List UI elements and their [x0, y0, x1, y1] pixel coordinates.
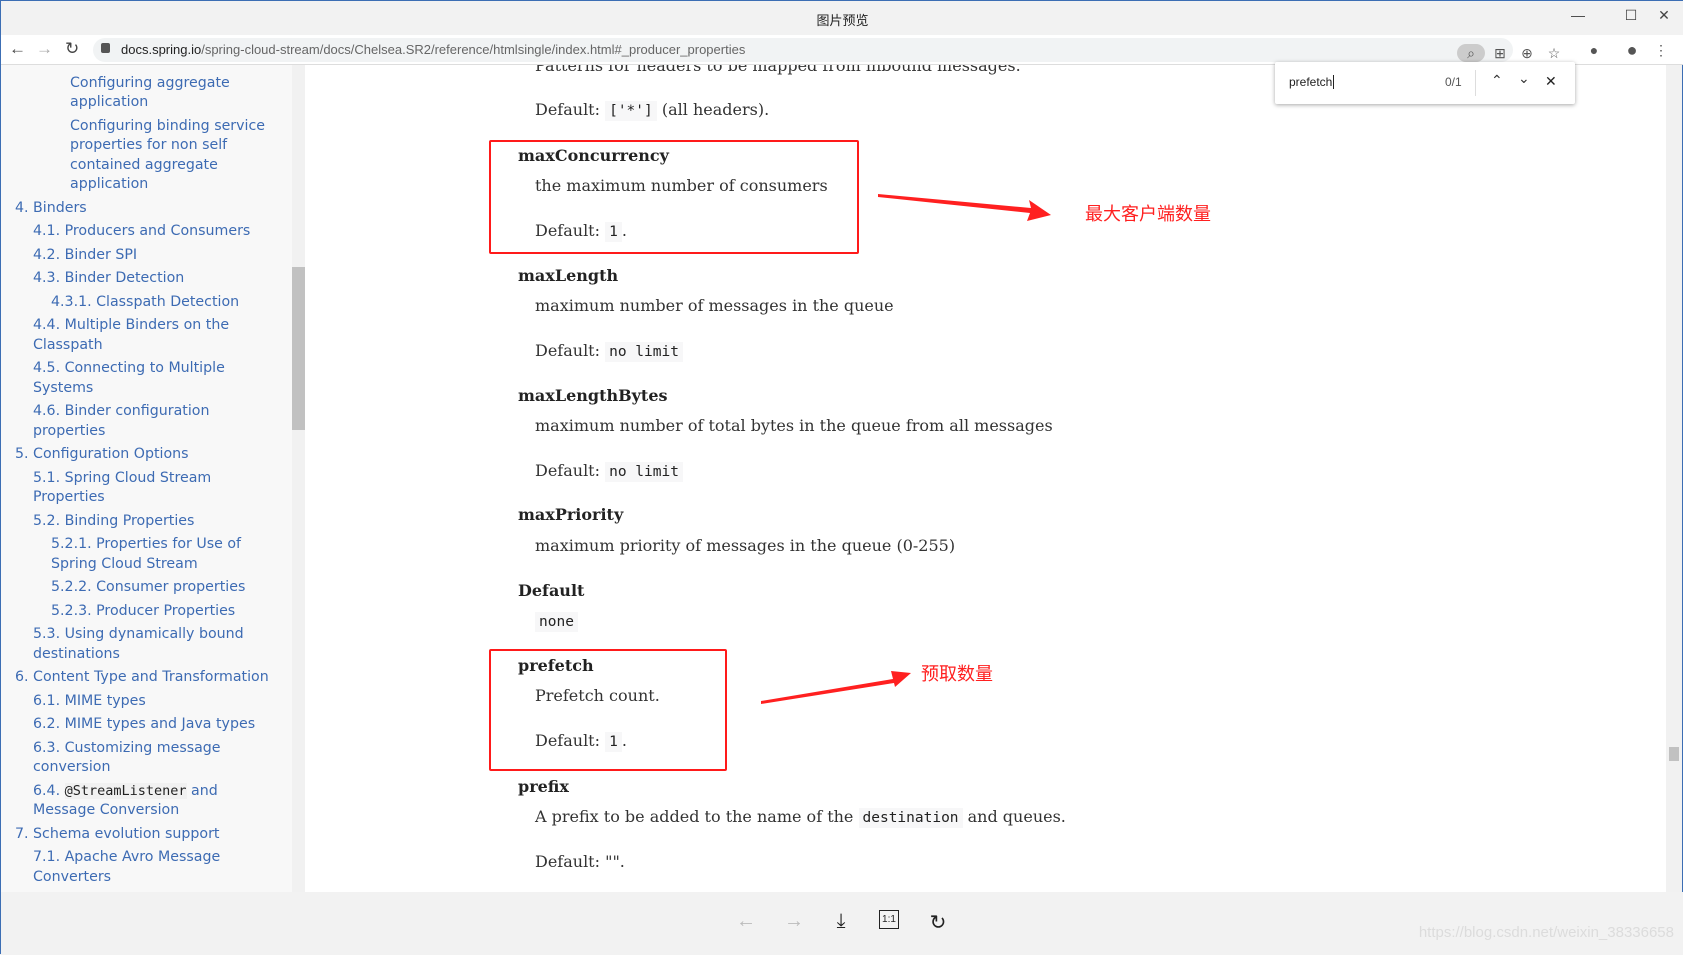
find-close-button[interactable]: ✕ [1545, 73, 1557, 90]
annotation-arrows [761, 194, 1051, 704]
download-icon[interactable]: ⤓ [826, 910, 856, 933]
arrow-icon [878, 194, 1051, 221]
watermark: https://blog.csdn.net/weixin_38336658 [1418, 924, 1674, 941]
find-bar: prefetch 0/1 ⌃ ⌄ ✕ [1275, 62, 1575, 104]
previous-image-button[interactable]: ← [731, 910, 761, 933]
annotation-maxconcurrency: 最大客户端数量 [1085, 204, 1211, 225]
actual-size-icon[interactable]: 1:1 [879, 910, 899, 929]
arrow-icon [761, 671, 911, 704]
divider [1475, 70, 1476, 96]
annotation-prefetch: 预取数量 [921, 664, 993, 685]
find-next-button[interactable]: ⌄ [1518, 70, 1530, 87]
find-previous-button[interactable]: ⌃ [1491, 72, 1503, 89]
rotate-icon[interactable]: ↻ [923, 910, 953, 935]
next-image-button[interactable]: → [779, 910, 809, 933]
viewer-toolbar: ← → ⤓ 1:1 ↻ https://blog.csdn.net/weixin… [1, 892, 1683, 954]
find-count: 0/1 [1445, 75, 1462, 89]
find-input[interactable]: prefetch [1289, 75, 1335, 89]
